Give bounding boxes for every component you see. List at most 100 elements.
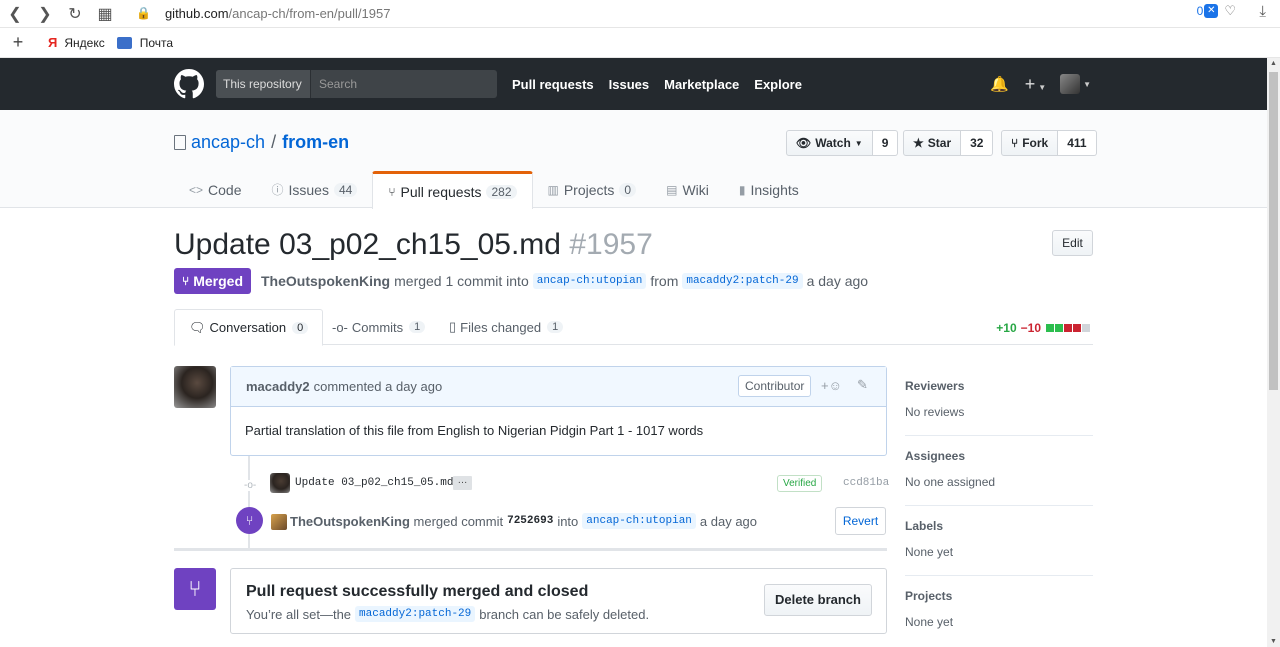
add-reaction-icon[interactable]: +☺: [821, 378, 842, 393]
delete-branch-button[interactable]: Delete branch: [764, 584, 872, 616]
expand-commit-button[interactable]: …: [453, 476, 472, 490]
nav-marketplace[interactable]: Marketplace: [664, 77, 739, 92]
pr-title-text: Update 03_p02_ch15_05.md: [174, 228, 561, 261]
create-new-dropdown[interactable]: + ▼: [1025, 74, 1046, 95]
avatar[interactable]: [270, 473, 290, 493]
merge-icon: ⑂: [174, 568, 216, 610]
merge-time[interactable]: a day ago: [700, 514, 757, 529]
merge-status-box: Pull request successfully merged and clo…: [230, 568, 887, 634]
nav-pull-requests[interactable]: Pull requests: [512, 77, 594, 92]
header-search[interactable]: This repository Search: [216, 70, 497, 98]
browser-toolbar: ❮ ❯ ↻ ▦ 🔒 github.com/ancap-ch/from-en/pu…: [0, 0, 1280, 28]
search-input[interactable]: Search: [311, 70, 357, 98]
pr-time: a day ago: [806, 273, 869, 289]
verified-badge[interactable]: Verified: [777, 475, 823, 492]
back-icon[interactable]: ❮: [0, 0, 30, 28]
tab-counter: 0: [292, 321, 309, 334]
bookmark-yandex[interactable]: Я Яндекс: [48, 35, 105, 50]
tabs-grid-icon[interactable]: ▦: [90, 0, 120, 28]
tab-conversation[interactable]: 🗨 Conversation 0: [174, 309, 324, 346]
diffstat-block: [1055, 324, 1063, 332]
add-bookmark-icon[interactable]: +: [0, 32, 36, 53]
address-bar[interactable]: 🔒 github.com/ancap-ch/from-en/pull/1957: [130, 2, 1240, 24]
bell-icon[interactable]: 🔔: [990, 75, 1009, 93]
contributor-badge: Contributor: [738, 375, 812, 397]
star-button[interactable]: ★ Star: [903, 130, 962, 156]
reload-icon[interactable]: ↻: [60, 0, 90, 28]
sidebar-heading[interactable]: Reviewers: [905, 379, 1093, 393]
merge-sha[interactable]: 7252693: [507, 515, 553, 527]
edit-title-button[interactable]: Edit: [1052, 230, 1093, 256]
sidebar-value: None yet: [905, 545, 954, 559]
comment-header: macaddy2 commented a day ago Contributor…: [231, 367, 886, 407]
tab-code[interactable]: <> Code: [174, 171, 256, 208]
sidebar-heading[interactable]: Projects: [905, 589, 1093, 603]
nav-issues[interactable]: Issues: [609, 77, 649, 92]
download-icon[interactable]: ⤓: [1259, 3, 1266, 20]
merge-ref[interactable]: ancap-ch:utopian: [582, 513, 696, 529]
watch-group: 👁 Watch ▼ 9: [786, 130, 899, 156]
pr-number: #1957: [569, 228, 653, 261]
repo-owner-link[interactable]: ancap-ch: [191, 132, 265, 153]
merge-icon: ⑂: [182, 274, 190, 288]
page-title: Update 03_p02_ch15_05.md #1957: [174, 228, 653, 262]
file-diff-icon: ▯: [449, 319, 457, 334]
head-ref[interactable]: macaddy2:patch-29: [682, 273, 803, 289]
avatar[interactable]: [174, 366, 216, 408]
commit-sha[interactable]: ccd81ba: [843, 477, 889, 489]
nav-explore[interactable]: Explore: [754, 77, 802, 92]
scroll-thumb[interactable]: [1269, 72, 1278, 390]
merge-actor[interactable]: TheOutspokenKing: [290, 514, 410, 529]
watch-count[interactable]: 9: [872, 130, 899, 156]
adblock-icon: ✕: [1204, 4, 1219, 18]
watch-button[interactable]: 👁 Watch ▼: [786, 130, 873, 156]
page-scrollbar[interactable]: ▲ ▼: [1267, 58, 1280, 647]
tab-projects[interactable]: ▥ Projects 0: [533, 171, 652, 208]
sidebar-heading[interactable]: Labels: [905, 519, 1093, 533]
tab-counter: 1: [409, 321, 426, 333]
header-nav: Pull requests Issues Marketplace Explore: [512, 58, 802, 110]
github-logo-icon[interactable]: [174, 69, 204, 99]
tab-issues[interactable]: ⓘ Issues 44: [256, 171, 372, 208]
author-link[interactable]: TheOutspokenKing: [261, 273, 390, 289]
forward-icon[interactable]: ❯: [30, 0, 60, 28]
sidebar-heading[interactable]: Assignees: [905, 449, 1093, 463]
commit-message[interactable]: Update 03_p02_ch15_05.md: [295, 477, 453, 489]
favorite-heart-icon[interactable]: ♡: [1224, 3, 1236, 19]
tab-label: Code: [208, 181, 242, 198]
comment-action[interactable]: commented a day ago: [314, 379, 443, 394]
timeline-line: [248, 456, 250, 548]
tab-insights[interactable]: ▮ Insights: [724, 171, 814, 208]
tab-files-changed[interactable]: ▯ Files changed 1: [449, 309, 564, 345]
timeline-divider: [174, 548, 887, 551]
yandex-icon: Я: [48, 35, 58, 50]
watch-label: Watch: [815, 136, 851, 150]
site-header: This repository Search Pull requests Iss…: [0, 58, 1267, 110]
scroll-down-icon[interactable]: ▼: [1270, 638, 1277, 645]
fork-button[interactable]: ⑂ Fork: [1001, 130, 1059, 156]
star-count[interactable]: 32: [961, 130, 994, 156]
branch-ref[interactable]: macaddy2:patch-29: [355, 606, 476, 622]
bookmark-label: Яндекс: [64, 35, 105, 50]
comment-author[interactable]: macaddy2: [246, 379, 310, 394]
repo-icon: [174, 135, 186, 150]
tab-label: Insights: [750, 181, 799, 198]
user-menu[interactable]: ▼: [1060, 74, 1091, 94]
repo-title: ancap-ch / from-en: [174, 132, 349, 153]
merge-status-title: Pull request successfully merged and clo…: [246, 583, 589, 600]
tab-wiki[interactable]: ▤ Wiki: [651, 171, 724, 208]
tab-pull-requests[interactable]: ⑂ Pull requests 282: [372, 171, 533, 209]
fork-count[interactable]: 411: [1058, 130, 1097, 156]
repo-name-link[interactable]: from-en: [282, 132, 349, 153]
scroll-up-icon[interactable]: ▲: [1270, 60, 1277, 67]
tab-commits[interactable]: -o- Commits 1: [332, 309, 426, 345]
diffstat[interactable]: +10 −10: [996, 321, 1090, 335]
fork-group: ⑂ Fork 411: [1001, 130, 1097, 156]
revert-button[interactable]: Revert: [835, 507, 886, 535]
bookmark-mail[interactable]: Почта: [116, 36, 173, 50]
sidebar-item-projects: Projects None yet: [905, 576, 1093, 646]
base-ref[interactable]: ancap-ch:utopian: [532, 273, 647, 289]
avatar[interactable]: [271, 514, 287, 530]
pencil-icon[interactable]: ✎: [857, 377, 868, 393]
adblock-badge[interactable]: 0 ✕: [1197, 4, 1219, 18]
